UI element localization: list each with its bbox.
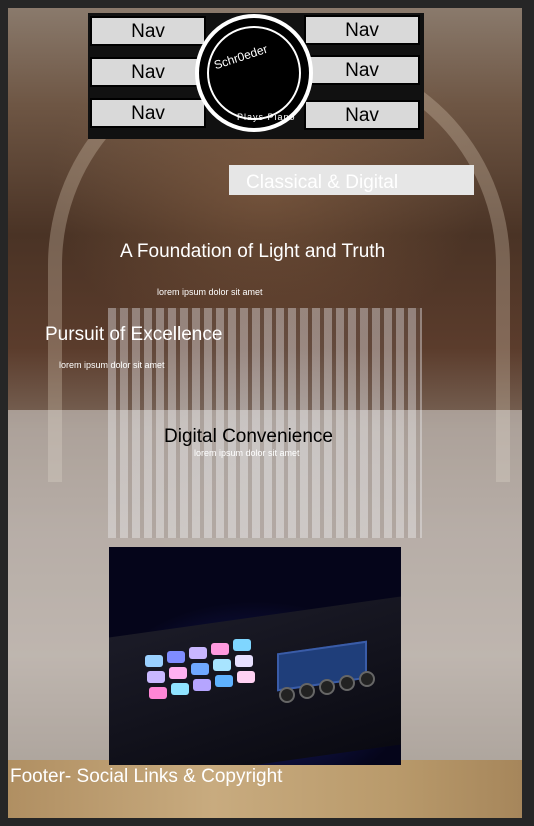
tagline-banner: Classical & Digital [229, 165, 474, 195]
pad [189, 647, 207, 659]
pad [171, 683, 189, 695]
knob [319, 679, 335, 695]
nav-button-left-3[interactable]: Nav [90, 98, 206, 128]
site-logo[interactable]: Schr0eder Plays Piano [195, 14, 313, 132]
nav-button-left-1[interactable]: Nav [90, 16, 206, 46]
pad [193, 679, 211, 691]
logo-subtitle: Plays Piano [237, 112, 296, 122]
midi-controller-photo [109, 547, 401, 765]
pad [233, 639, 251, 651]
pad [235, 655, 253, 667]
pad [145, 655, 163, 667]
knob [279, 687, 295, 703]
pad [149, 687, 167, 699]
nav-button-right-1[interactable]: Nav [304, 15, 420, 45]
pad [237, 671, 255, 683]
knob [339, 675, 355, 691]
pad [213, 659, 231, 671]
piano-silhouette-icon [207, 26, 301, 120]
section-text-excellence: lorem ipsum dolor sit amet [59, 360, 165, 370]
section-text-digital: lorem ipsum dolor sit amet [194, 448, 300, 458]
pad [191, 663, 209, 675]
nav-button-right-2[interactable]: Nav [304, 55, 420, 85]
nav-button-left-2[interactable]: Nav [90, 57, 206, 87]
footer-text: Footer- Social Links & Copyright [10, 766, 283, 787]
pad [167, 651, 185, 663]
page: Nav Nav Nav Nav Nav Nav Schr0eder Plays … [8, 8, 522, 818]
section-title-excellence: Pursuit of Excellence [45, 324, 223, 345]
pad [211, 643, 229, 655]
knob [299, 683, 315, 699]
pad [169, 667, 187, 679]
nav-button-right-3[interactable]: Nav [304, 100, 420, 130]
section-text-foundation: lorem ipsum dolor sit amet [157, 287, 263, 297]
pad [147, 671, 165, 683]
section-title-foundation: A Foundation of Light and Truth [120, 241, 386, 262]
pad [215, 675, 233, 687]
knob [359, 671, 375, 687]
section-title-digital: Digital Convenience [164, 426, 333, 447]
